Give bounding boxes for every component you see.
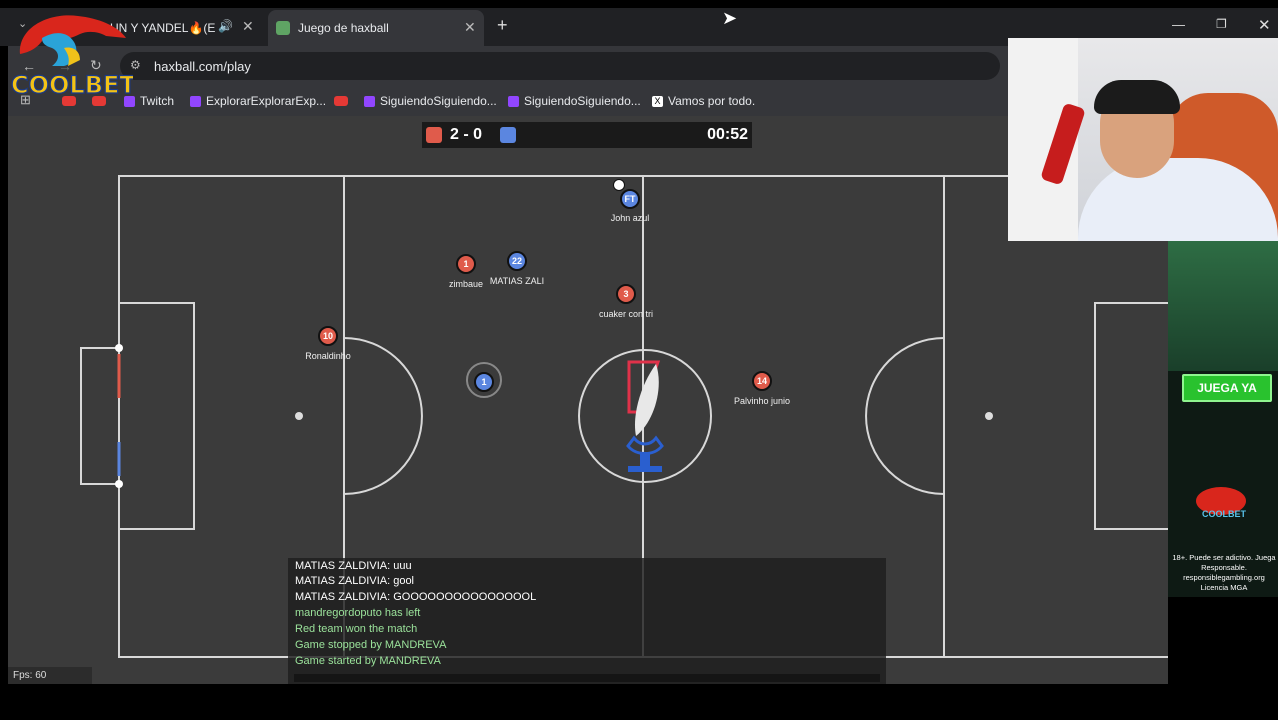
ball [613, 179, 625, 191]
bookmark-vamos[interactable]: X Vamos por todo. [652, 93, 755, 109]
player-name: Ronaldinho [305, 351, 351, 361]
player-blue-matias: 22 [507, 251, 527, 271]
scoreboard: 2 - 0 00:52 [422, 122, 752, 148]
twitch-icon [190, 95, 201, 107]
chat-line: Game stopped by MANDREVA [295, 639, 447, 651]
chat-line: MATIAS ZALDIVIA: uuu [295, 560, 412, 572]
chat-line: MATIAS ZALDIVIA: gool [295, 575, 415, 587]
chat-line: Red team won the match [295, 623, 418, 635]
chat-line: mandregordoputo has left [295, 607, 421, 619]
close-icon[interactable]: ✕ [464, 19, 476, 36]
youtube-icon[interactable] [334, 96, 348, 106]
player-red-palvinho: 14 [752, 371, 772, 391]
bookmark-explorar[interactable]: ExplorarExplorarExp... [190, 93, 326, 109]
tab-label: Juego de haxball [298, 21, 389, 35]
bookmark-siguiendo-2[interactable]: SiguiendoSiguiendo... [508, 93, 641, 109]
tab-haxball[interactable]: Juego de haxball ✕ [268, 10, 484, 46]
new-tab-icon[interactable]: + [497, 15, 508, 36]
speaker-icon[interactable]: 🔊 [218, 19, 233, 33]
url-text: haxball.com/play [154, 58, 251, 74]
chat-input[interactable] [294, 674, 880, 682]
x-icon: X [652, 95, 663, 107]
player-red-ronaldinho: 10 [318, 326, 338, 346]
twitch-icon [508, 95, 519, 107]
chat-line: MATIAS ZALDIVIA: GOOOOOOOOOOOOOOOL [295, 591, 537, 603]
twitch-icon [364, 95, 375, 107]
player-red-zimbaue: 1 [456, 254, 476, 274]
player-blue-self: 1 [474, 372, 494, 392]
ad-disclaimer: 18+. Puede ser adictivo. Juega Responsab… [1172, 553, 1276, 592]
chat-box: MATIAS ZALDIVIA: uuu MATIAS ZALDIVIA: go… [288, 558, 886, 684]
player-name: MATIAS ZALI [489, 276, 545, 286]
player-name: zimbaue [448, 279, 484, 289]
streamer-hair [1094, 80, 1180, 114]
ad-brand: COOLBET [1202, 509, 1246, 519]
score: 2 - 0 [450, 126, 483, 143]
webcam-feed [1008, 38, 1278, 241]
fps-counter: Fps: 60 [8, 667, 92, 684]
window-close-icon[interactable]: ✕ [1258, 16, 1271, 34]
coolbet-ad-banner[interactable]: COOLBET [1168, 241, 1278, 597]
match-timer: 00:52 [707, 126, 748, 143]
player-red-cuaker: 3 [616, 284, 636, 304]
ad-artwork [1168, 241, 1278, 371]
juega-ya-button[interactable]: JUEGA YA [1182, 374, 1272, 402]
mouse-cursor-icon: ➤ [722, 8, 738, 28]
restore-icon[interactable]: ❐ [1216, 17, 1227, 31]
player-blue-john: FT [620, 189, 640, 209]
bookmark-siguiendo-1[interactable]: SiguiendoSiguiendo... [364, 93, 497, 109]
center-logo [626, 360, 664, 472]
player-name: cuaker con tri [598, 309, 654, 319]
close-icon[interactable]: ✕ [242, 18, 254, 35]
haxball-favicon-icon [276, 21, 290, 35]
player-name: Palvinho junio [733, 396, 791, 406]
coolbet-dragon-logo: COOLBET [10, 15, 133, 98]
player-name: John azul [610, 213, 650, 223]
red-team-square [426, 127, 442, 143]
minimize-icon[interactable]: — [1172, 17, 1185, 32]
blue-team-square [500, 127, 516, 143]
coolbet-logo-text: COOLBET [11, 71, 133, 98]
address-bar[interactable]: ⚙ haxball.com/play [120, 52, 1000, 80]
chat-line: Game started by MANDREVA [295, 655, 441, 667]
